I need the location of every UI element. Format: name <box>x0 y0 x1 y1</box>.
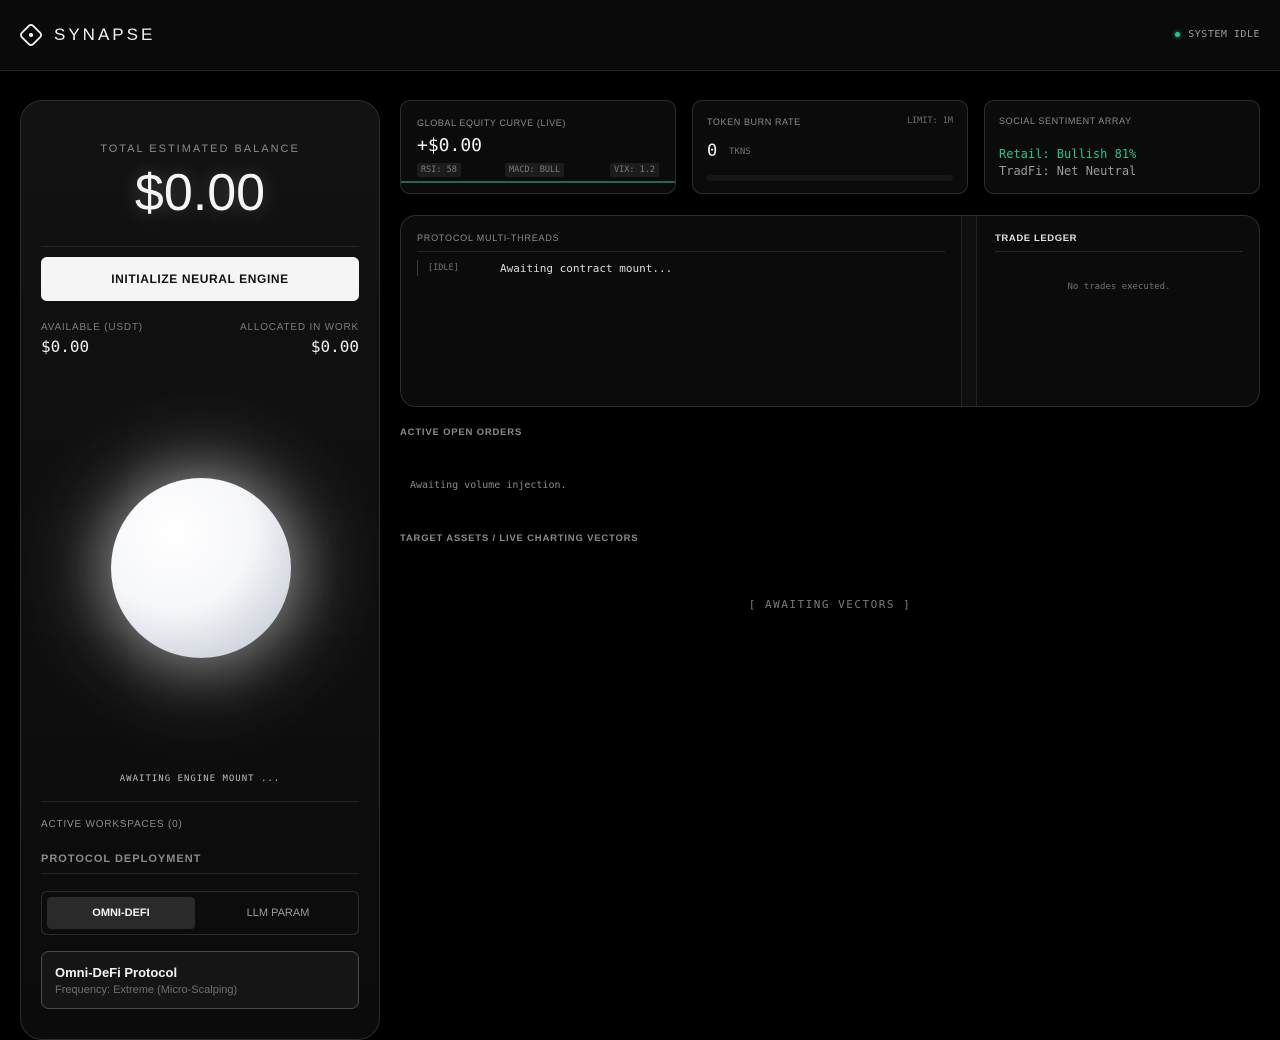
threads-label: PROTOCOL MULTI-THREADS <box>417 233 560 243</box>
equity-curve-line <box>401 181 675 183</box>
token-burn-card: TOKEN BURN RATE LIMIT: 1M 0 TKNS <box>692 100 968 194</box>
system-status: SYSTEM IDLE <box>1175 29 1260 40</box>
allocated-value: $0.00 <box>310 337 359 356</box>
trade-ledger-label: TRADE LEDGER <box>995 233 1078 244</box>
brand-logo[interactable]: SYNAPSE <box>18 22 155 48</box>
divider <box>41 246 359 247</box>
thread-row: [IDLE] Awaiting contract mount... <box>417 260 672 276</box>
divider <box>41 801 359 802</box>
tradfi-sentiment: TradFi: Net Neutral <box>999 164 1137 178</box>
divider <box>417 251 945 252</box>
equity-card: GLOBAL EQUITY CURVE (LIVE) +$0.00 RSI: 5… <box>400 100 676 194</box>
available-label: AVAILABLE (USDT) <box>41 322 143 333</box>
diamond-logo-icon <box>18 22 44 48</box>
open-orders-empty: Awaiting volume injection. <box>410 480 567 491</box>
tab-omni-defi[interactable]: OMNI-DEFI <box>47 897 195 929</box>
system-status-text: SYSTEM IDLE <box>1188 29 1260 40</box>
brand-name: SYNAPSE <box>54 25 156 44</box>
thread-message: Awaiting contract mount... <box>500 262 673 275</box>
active-workspaces[interactable]: ACTIVE WORKSPACES (0) <box>41 819 183 830</box>
engine-status: AWAITING ENGINE MOUNT ... <box>119 774 281 784</box>
protocol-deployment-title: PROTOCOL DEPLOYMENT <box>41 853 202 865</box>
balance-label: TOTAL ESTIMATED BALANCE <box>100 143 300 155</box>
macd-chip: MACD: BULL <box>505 163 565 177</box>
balance-value: $0.00 <box>134 164 266 222</box>
equity-value: +$0.00 <box>417 135 483 156</box>
equity-label: GLOBAL EQUITY CURVE (LIVE) <box>417 118 566 128</box>
divider <box>995 251 1243 252</box>
thread-status-tag: [IDLE] <box>428 263 459 273</box>
protocol-frequency: Frequency: Extreme (Micro-Scalping) <box>55 984 238 996</box>
open-orders-label: ACTIVE OPEN ORDERS <box>400 427 523 438</box>
burn-value: 0 <box>707 141 718 161</box>
burn-label: TOKEN BURN RATE <box>707 117 801 127</box>
available-value: $0.00 <box>41 337 90 356</box>
threads-panel: PROTOCOL MULTI-THREADS [IDLE] Awaiting c… <box>400 215 1260 407</box>
burn-progress-bar <box>707 175 953 181</box>
vectors-empty-state: [ AWAITING VECTORS ] <box>748 598 912 611</box>
retail-sentiment: Retail: Bullish 81% <box>999 147 1137 161</box>
status-dot-icon <box>1175 32 1181 37</box>
ledger-empty-state: No trades executed. <box>1067 282 1171 292</box>
rsi-chip: RSI: 58 <box>417 163 461 177</box>
vix-chip: VIX: 1.2 <box>610 163 659 177</box>
initialize-engine-button[interactable]: INITIALIZE NEURAL ENGINE <box>41 257 359 301</box>
balance-panel: TOTAL ESTIMATED BALANCE $0.00 INITIALIZE… <box>20 100 381 1040</box>
burn-limit: LIMIT: 1M <box>906 116 953 126</box>
sentiment-card: SOCIAL SENTIMENT ARRAY Retail: Bullish 8… <box>984 100 1260 194</box>
divider <box>41 873 359 874</box>
protocol-tabs: OMNI-DEFI LLM PARAM <box>41 891 359 935</box>
tab-llm-param[interactable]: LLM PARAM <box>204 897 352 929</box>
burn-unit: TKNS <box>729 147 751 157</box>
allocated-label: ALLOCATED IN WORK <box>240 322 359 333</box>
neural-engine-orb <box>111 478 291 658</box>
target-assets-label: TARGET ASSETS / LIVE CHARTING VECTORS <box>400 533 639 544</box>
app-header: SYNAPSE SYSTEM IDLE <box>0 0 1280 71</box>
protocol-name: Omni-DeFi Protocol <box>55 965 178 980</box>
sentiment-label: SOCIAL SENTIMENT ARRAY <box>999 116 1132 126</box>
protocol-card[interactable]: Omni-DeFi Protocol Frequency: Extreme (M… <box>41 951 359 1009</box>
panel-resize-handle[interactable] <box>961 216 977 406</box>
